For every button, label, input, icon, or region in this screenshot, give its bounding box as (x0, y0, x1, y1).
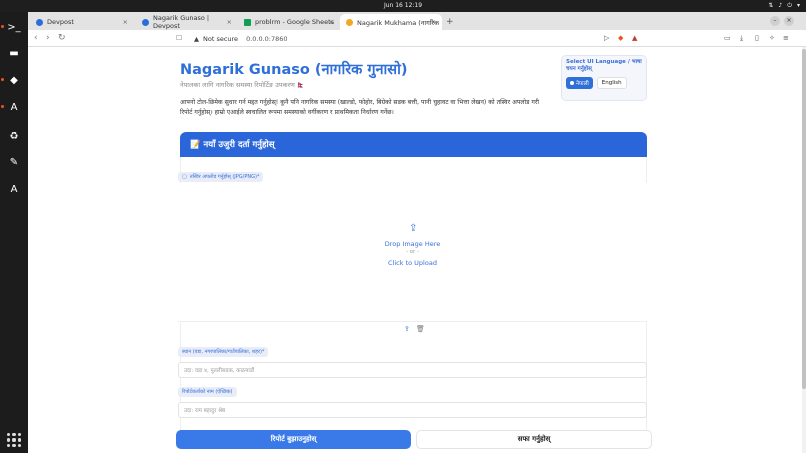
page-content: Nagarik Gunaso (नागरिक गुनासो) नेपालका ल… (28, 47, 802, 453)
scrollbar-thumb[interactable] (802, 49, 806, 389)
trash-icon[interactable]: ♻ (5, 127, 23, 145)
click-to-upload[interactable]: Click to Upload (178, 259, 647, 267)
files-icon[interactable]: ▬ (5, 44, 23, 62)
system-clock[interactable]: Jun 16 12:19 (0, 2, 806, 9)
reporter-name-input[interactable]: उदा: राम बहादुर श्रेष्ठ (178, 402, 647, 418)
app-favicon-icon (346, 18, 353, 26)
volume-icon[interactable]: ♪ (778, 2, 782, 10)
power-icon[interactable]: ⏻ (787, 2, 792, 10)
browser-tab-bar: Devpost × Nagarik Gunaso | Devpost × pro… (28, 12, 806, 30)
upload-icon: ⇪ (409, 223, 418, 234)
system-tray[interactable]: ⇅ ♪ ⏻ ▾ (768, 2, 800, 10)
running-indicator (1, 78, 4, 81)
language-selector: Select UI Language / भाषा चयन गर्नुहोस् … (561, 55, 647, 101)
upload-action-icon[interactable]: ⇪ (404, 325, 410, 333)
text-editor-icon[interactable]: ✎ (5, 153, 23, 171)
language-options: नेपाली English (566, 77, 642, 89)
brave-icon[interactable]: ◆ (5, 71, 23, 89)
menu-icon[interactable]: ≡ (783, 34, 789, 42)
brave-rewards-icon[interactable]: ▲ (632, 34, 637, 42)
image-icon: ▢ (182, 174, 187, 180)
warning-icon: ▲ (194, 34, 199, 43)
image-dropzone[interactable]: ⇪ Drop Image Here - or - Click to Upload (178, 183, 647, 321)
forward-icon[interactable]: › (46, 33, 50, 43)
delete-icon[interactable]: 🗑 (416, 325, 425, 333)
tab-google-sheets[interactable]: problrm - Google Sheets × (238, 14, 340, 30)
running-indicator (1, 105, 4, 108)
language-label: Select UI Language / भाषा चयन गर्नुहोस् (566, 59, 642, 72)
language-option-nepali[interactable]: नेपाली (566, 77, 593, 89)
address-bar-row: ‹ › ↻ ☐ ▲ Not secure 0.0.0.0:7860 ▷ ◆ ▲ … (28, 30, 806, 47)
chevron-down-icon[interactable]: ▾ (797, 2, 800, 10)
devpost-favicon-icon (36, 18, 43, 26)
wallet-icon[interactable]: ▭ (724, 34, 731, 42)
dropzone-toolbar: ⇪ 🗑 (178, 321, 647, 335)
location-label: स्थान (वडा, नगरपालिका/गाउँपालिका, शहर)* (178, 347, 269, 357)
location-input[interactable]: उदा: वडा ४, पुतलीसडक, काठमाडौं (178, 362, 647, 378)
back-icon[interactable]: ‹ (34, 33, 38, 43)
show-apps-icon[interactable] (7, 433, 21, 447)
terminal-icon[interactable]: >_ (5, 18, 23, 36)
page-subtitle: नेपालका लागि नागरिक समस्या रिपोर्टिङ उपक… (180, 81, 305, 89)
minimize-icon[interactable]: – (770, 16, 780, 26)
dock: >_ ▬ ◆ A ♻ ✎ A (0, 12, 28, 453)
close-window-icon[interactable]: × (784, 16, 794, 26)
tab-nagarik-devpost[interactable]: Nagarik Gunaso | Devpost × (136, 14, 238, 30)
upload-label: ▢ तस्विर अपलोड गर्नुहोस् (JPG/PNG)* (178, 172, 264, 182)
submit-report-button[interactable]: रिपोर्ट बुझाउनुहोस् (176, 430, 411, 449)
close-icon[interactable]: × (431, 18, 436, 26)
system-top-bar: Jun 16 12:19 ⇅ ♪ ⏻ ▾ (0, 0, 806, 12)
close-icon[interactable]: × (329, 18, 334, 26)
new-tab-button[interactable]: + (446, 17, 454, 27)
page-title: Nagarik Gunaso (नागरिक गुनासो) (180, 62, 408, 78)
close-icon[interactable]: × (227, 18, 232, 26)
tab-devpost[interactable]: Devpost × (30, 14, 134, 30)
radio-selected-icon (570, 81, 574, 85)
clear-button[interactable]: सफा गर्नुहोस् (416, 430, 652, 449)
or-text: - or - (405, 249, 420, 255)
reporter-name-label: रिपोर्टकर्ताको नाम (ऐच्छिक) (178, 387, 237, 397)
arduino-icon[interactable]: A (5, 98, 23, 116)
reload-icon[interactable]: ↻ (58, 33, 66, 43)
intro-text: आफ्नो टोल-छिमेक सुधार गर्न मद्दत गर्नुहो… (180, 99, 540, 116)
close-icon[interactable]: × (123, 18, 128, 26)
page-scrollbar[interactable] (802, 47, 806, 453)
bookmark-icon[interactable]: ☐ (176, 34, 182, 42)
extensions-icon[interactable]: ✧ (769, 34, 775, 42)
running-indicator (1, 25, 4, 28)
network-icon[interactable]: ⇅ (768, 2, 773, 10)
download-icon[interactable]: ⤓ (740, 34, 743, 43)
app-center-icon[interactable]: A (5, 180, 23, 198)
sheets-favicon-icon (244, 18, 251, 26)
language-option-english[interactable]: English (596, 77, 627, 89)
share-icon[interactable]: ▷ (604, 34, 609, 42)
form-heading-banner: 📝 नयाँ उजुरी दर्ता गर्नुहोस् (180, 132, 647, 157)
drop-text: Drop Image Here (384, 240, 441, 248)
brave-shields-icon[interactable]: ◆ (618, 34, 623, 42)
sidebar-icon[interactable]: ▯ (755, 34, 759, 42)
devpost-favicon-icon (142, 18, 149, 26)
tab-nagarik-mukhama[interactable]: Nagarik Mukhama (नागरिक × (340, 14, 442, 30)
url-field[interactable]: ▲ Not secure 0.0.0.0:7860 (190, 32, 658, 45)
